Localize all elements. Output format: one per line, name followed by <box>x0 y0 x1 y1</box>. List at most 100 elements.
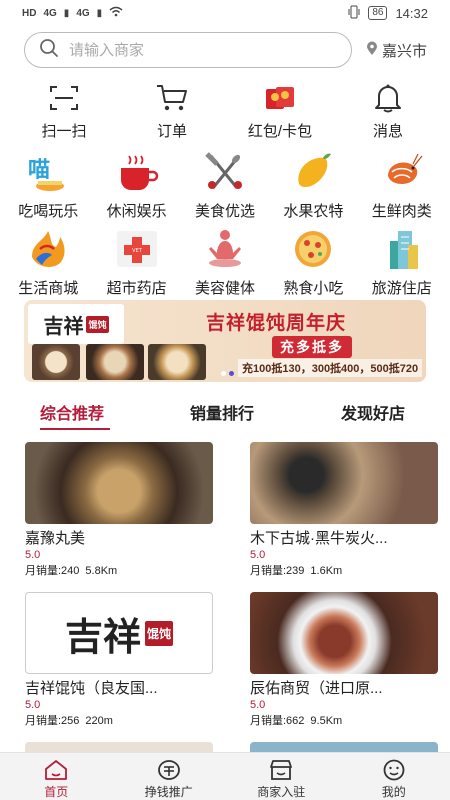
shop-sales: 月销量:256 <box>25 715 80 727</box>
coupons-button[interactable]: 红包/卡包 <box>226 82 334 141</box>
shop-sales: 月销量:662 <box>250 715 305 727</box>
tab-recommended[interactable]: 综合推荐 <box>40 400 104 424</box>
banner-food-image <box>86 344 144 380</box>
search-box[interactable] <box>24 32 352 68</box>
nav-label: 我的 <box>381 785 406 799</box>
scan-icon <box>47 82 81 114</box>
yoga-icon <box>203 227 247 271</box>
category-label: 美容健体 <box>194 280 255 297</box>
status-bar: HD 4G ▮ 4G ▮ 86 14:32 <box>0 0 450 26</box>
status-left: HD 4G ▮ 4G ▮ <box>22 6 123 20</box>
signal-icon: ▮ <box>63 7 70 19</box>
store-icon <box>268 758 294 781</box>
category-label: 水果农特 <box>283 203 344 220</box>
scan-label: 扫一扫 <box>41 123 87 140</box>
shop-card-partial[interactable] <box>250 742 438 752</box>
nav-label: 首页 <box>44 785 69 799</box>
shop-name: 嘉豫丸美 <box>25 530 86 547</box>
orders-button[interactable]: 订单 <box>118 82 226 141</box>
home-icon <box>43 758 69 781</box>
battery-indicator: 86 <box>368 6 388 20</box>
scan-button[interactable]: 扫一扫 <box>10 82 118 141</box>
tab-discover-shops[interactable]: 发现好店 <box>341 400 405 424</box>
nav-label: 商家入驻 <box>257 785 306 799</box>
category-label: 旅游住店 <box>371 280 432 297</box>
shop-card[interactable]: 嘉豫丸美 5.0 月销量:240 5.8Km <box>25 442 213 578</box>
shop-name: 吉祥馄饨（良友国... <box>25 680 158 697</box>
messages-label: 消息 <box>372 123 403 140</box>
profile-icon <box>381 758 407 781</box>
category-grid: 喵 吃喝玩乐 休闲娱乐 美食优选 水果农特 生鲜肉类 生活商城 VET 超市药店… <box>4 150 446 298</box>
shop-card[interactable]: 辰佑商贸（进口原... 5.0 月销量:662 9.5Km <box>250 592 438 728</box>
building-icon <box>380 227 424 271</box>
quick-actions: 扫一扫 订单 红包/卡包 消息 <box>0 82 450 141</box>
mango-icon <box>291 150 335 194</box>
nav-promote[interactable]: 挣钱推广 <box>113 753 226 800</box>
shop-meta: 月销量:240 5.8Km <box>25 562 213 578</box>
shop-rating: 5.0 <box>25 549 41 561</box>
shop-rating: 5.0 <box>250 549 266 561</box>
banner-logo: 吉祥 馄饨 <box>28 304 124 344</box>
shop-distance: 5.8Km <box>85 565 118 577</box>
category-fruit[interactable]: 水果农特 <box>269 150 357 221</box>
nav-profile[interactable]: 我的 <box>338 753 450 800</box>
signal-icon-2: ▮ <box>96 7 103 19</box>
category-snacks[interactable]: 熟食小吃 <box>269 227 357 298</box>
category-food[interactable]: 美食优选 <box>181 150 269 221</box>
shop-name: 木下古城·黑牛炭火... <box>250 530 388 547</box>
cart-icon <box>155 82 189 114</box>
category-travel[interactable]: 旅游住店 <box>358 227 446 298</box>
search-icon <box>39 38 59 63</box>
nav-label: 挣钱推广 <box>144 785 193 799</box>
shop-logo-text: 吉祥 <box>64 613 141 659</box>
shop-name: 辰佑商贸（进口原... <box>250 680 383 697</box>
nav-home[interactable]: 首页 <box>0 753 113 800</box>
category-label: 美食优选 <box>194 203 255 220</box>
category-pharmacy[interactable]: VET 超市药店 <box>92 227 180 298</box>
red-envelope-icon <box>263 82 297 114</box>
shop-image <box>250 442 438 524</box>
category-beauty[interactable]: 美容健体 <box>181 227 269 298</box>
category-label: 休闲娱乐 <box>106 203 167 220</box>
shrimp-icon <box>380 150 424 194</box>
location-label: 嘉兴市 <box>382 42 428 60</box>
pizza-icon <box>291 227 335 271</box>
signal-1: 4G <box>43 7 57 19</box>
nav-merchant-join[interactable]: 商家入驻 <box>225 753 338 800</box>
shop-rating: 5.0 <box>25 699 41 711</box>
fork-knife-icon <box>203 150 247 194</box>
bottom-nav: 首页 挣钱推广 商家入驻 我的 <box>0 752 450 800</box>
shop-image <box>25 442 213 524</box>
shop-sales: 月销量:239 <box>250 565 305 577</box>
shop-card[interactable]: 吉祥 馄饨 吉祥馄饨（良友国... 5.0 月销量:256 220m <box>25 592 213 728</box>
shop-meta: 月销量:662 9.5Km <box>250 712 438 728</box>
shop-rating: 5.0 <box>250 699 266 711</box>
svg-text:喵: 喵 <box>28 158 50 183</box>
vibrate-icon <box>348 5 360 22</box>
shop-card-partial[interactable] <box>25 742 213 752</box>
banner-title: 吉祥馄饨周年庆 <box>206 312 347 334</box>
shop-meta: 月销量:256 220m <box>25 712 213 728</box>
feed-tabs: 综合推荐 销量排行 发现好店 <box>0 396 450 432</box>
banner-logo-text: 吉祥 <box>43 313 84 338</box>
shop-card[interactable]: 木下古城·黑牛炭火... 5.0 月销量:239 1.6Km <box>250 442 438 578</box>
banner-offer: 充100抵130，300抵400，500抵720 <box>238 359 423 377</box>
shop-sales: 月销量:240 <box>25 565 80 577</box>
location-selector[interactable]: 嘉兴市 <box>366 40 427 61</box>
shop-distance: 9.5Km <box>310 715 343 727</box>
search-input[interactable] <box>69 41 319 59</box>
tab-sales-ranking[interactable]: 销量排行 <box>190 400 254 424</box>
category-label: 熟食小吃 <box>283 280 344 297</box>
category-label: 生活商城 <box>18 280 79 297</box>
category-fresh-meat[interactable]: 生鲜肉类 <box>358 150 446 221</box>
svg-text:VET: VET <box>132 248 143 254</box>
promo-banner[interactable]: 吉祥 馄饨 吉祥馄饨周年庆 充多抵多 充100抵130，300抵400，500抵… <box>24 300 426 382</box>
messages-button[interactable]: 消息 <box>334 82 442 141</box>
category-eat-drink[interactable]: 喵 吃喝玩乐 <box>4 150 92 221</box>
bell-icon <box>371 82 405 114</box>
shop-distance: 1.6Km <box>310 565 343 577</box>
shop-image <box>250 592 438 674</box>
category-life-mall[interactable]: 生活商城 <box>4 227 92 298</box>
clock: 14:32 <box>395 5 428 21</box>
category-leisure[interactable]: 休闲娱乐 <box>92 150 180 221</box>
